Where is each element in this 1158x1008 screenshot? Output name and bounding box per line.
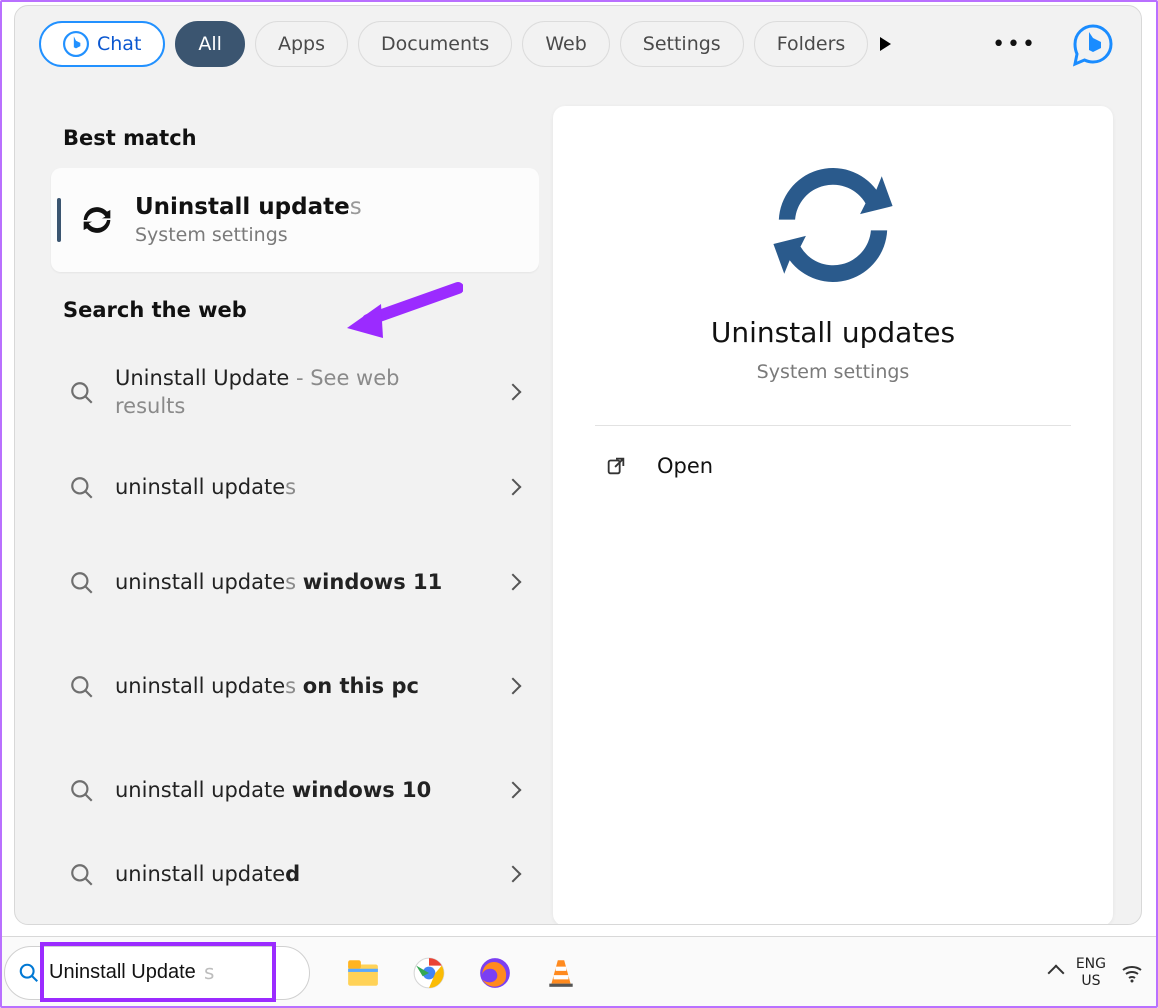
filter-documents[interactable]: Documents xyxy=(358,21,512,67)
web-result[interactable]: uninstall update windows 10 xyxy=(51,738,539,842)
update-sync-icon xyxy=(77,200,117,240)
firefox-icon[interactable] xyxy=(478,956,512,990)
bing-icon xyxy=(63,31,89,57)
web-result-text: uninstall updated xyxy=(115,860,445,888)
web-result[interactable]: Uninstall Update - See web results xyxy=(51,340,539,444)
search-ghost-suffix: s xyxy=(204,960,214,984)
detail-card: Uninstall updates System settings Open xyxy=(553,106,1113,925)
filter-bar: Chat All Apps Documents Web Settings Fol… xyxy=(15,6,1141,76)
chevron-right-icon xyxy=(505,678,522,695)
search-icon xyxy=(69,380,95,406)
search-results-panel: Chat All Apps Documents Web Settings Fol… xyxy=(14,5,1142,925)
filter-web[interactable]: Web xyxy=(522,21,609,67)
options-ellipsis-icon[interactable]: ••• xyxy=(982,32,1047,57)
web-result[interactable]: uninstall updates xyxy=(51,444,539,530)
best-match-heading: Best match xyxy=(63,126,539,150)
filter-settings[interactable]: Settings xyxy=(620,21,744,67)
best-match-subtitle: System settings xyxy=(135,224,362,246)
taskbar-pinned-apps xyxy=(346,956,578,990)
taskbar-search[interactable]: s xyxy=(4,946,310,1000)
chrome-icon[interactable] xyxy=(412,956,446,990)
more-filters-arrow-icon[interactable] xyxy=(880,37,891,51)
detail-subtitle: System settings xyxy=(757,361,910,383)
search-icon xyxy=(18,962,40,984)
search-icon xyxy=(69,778,95,804)
detail-title: Uninstall updates xyxy=(711,316,955,349)
update-sync-large-icon xyxy=(768,160,898,290)
web-result-text: Uninstall Update - See web results xyxy=(115,364,445,421)
search-icon xyxy=(69,862,95,888)
divider xyxy=(595,425,1071,426)
best-match-title: Uninstall updates xyxy=(135,194,362,220)
taskbar-search-input[interactable] xyxy=(4,946,310,1000)
chat-label: Chat xyxy=(97,33,141,55)
filter-apps[interactable]: Apps xyxy=(255,21,348,67)
results-list: Best match Uninstall updates System sett… xyxy=(15,92,539,924)
selection-accent xyxy=(57,198,61,242)
language-indicator[interactable]: ENG US xyxy=(1076,956,1106,988)
chevron-right-icon xyxy=(505,782,522,799)
web-result[interactable]: uninstall updated xyxy=(51,842,539,906)
chevron-right-icon xyxy=(505,574,522,591)
search-icon xyxy=(69,570,95,596)
chevron-right-icon xyxy=(505,866,522,883)
vlc-icon[interactable] xyxy=(544,956,578,990)
chevron-right-icon xyxy=(505,479,522,496)
open-label: Open xyxy=(657,454,713,478)
web-result-text: uninstall update windows 10 xyxy=(115,776,445,804)
wifi-icon[interactable] xyxy=(1120,961,1144,985)
filter-folders[interactable]: Folders xyxy=(754,21,869,67)
web-result-text: uninstall updates windows 11 xyxy=(115,568,445,596)
open-external-icon xyxy=(605,455,627,477)
web-result-text: uninstall updates xyxy=(115,473,445,501)
best-match-result[interactable]: Uninstall updates System settings xyxy=(51,168,539,272)
open-action[interactable]: Open xyxy=(595,454,1071,478)
system-tray: ENG US xyxy=(1050,956,1150,988)
search-icon xyxy=(69,674,95,700)
search-icon xyxy=(69,475,95,501)
chevron-right-icon xyxy=(505,384,522,401)
web-result[interactable]: uninstall updates windows 11 xyxy=(51,530,539,634)
detail-pane: Uninstall updates System settings Open xyxy=(539,92,1141,924)
search-web-heading: Search the web xyxy=(63,298,539,322)
tray-overflow-icon[interactable] xyxy=(1047,964,1064,981)
bing-chat-bubble-icon[interactable] xyxy=(1069,20,1117,68)
web-result-text: uninstall updates on this pc xyxy=(115,672,445,700)
taskbar: s ENG US xyxy=(0,936,1158,1008)
filter-all[interactable]: All xyxy=(175,21,245,67)
web-result[interactable]: uninstall updates on this pc xyxy=(51,634,539,738)
chat-pill[interactable]: Chat xyxy=(39,21,165,67)
file-explorer-icon[interactable] xyxy=(346,956,380,990)
